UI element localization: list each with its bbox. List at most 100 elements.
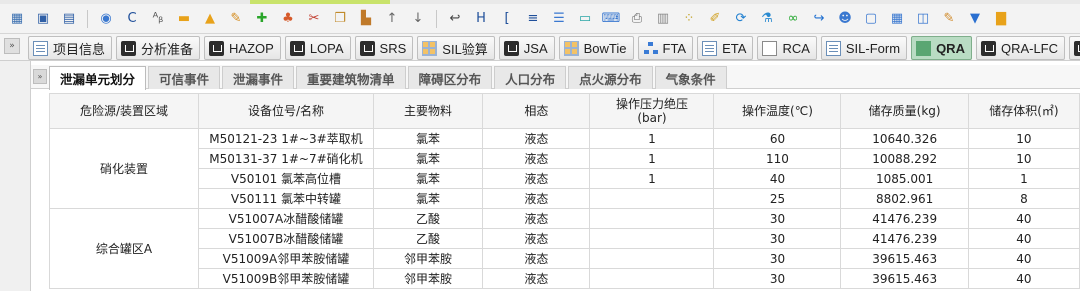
dark-module-icon bbox=[209, 40, 225, 56]
column-header[interactable]: 主要物料 bbox=[372, 93, 484, 129]
sub-tab[interactable]: 可信事件 bbox=[148, 66, 221, 89]
column-header[interactable]: 储存体积(㎡) bbox=[967, 93, 1080, 129]
table-cell: 40 bbox=[967, 228, 1080, 249]
sub-tab[interactable]: 人口分布 bbox=[494, 66, 567, 89]
bars-icon[interactable]: ▇ bbox=[993, 11, 1009, 27]
globe-icon[interactable]: ◉ bbox=[98, 11, 114, 27]
link-icon[interactable]: ∞ bbox=[785, 11, 801, 27]
dark-module-icon bbox=[503, 40, 519, 56]
save-icon[interactable]: ▣ bbox=[35, 11, 51, 27]
module-tab-sil-form[interactable]: SIL-Form bbox=[820, 36, 908, 60]
module-tab-jsa[interactable]: JSA bbox=[498, 36, 555, 60]
paste-icon[interactable]: ▙ bbox=[358, 11, 374, 27]
module-tab-row: » 项目信息 分析准备 HAZOP LOPA SRS SIL验算 JSA BowTie FTA E… bbox=[0, 34, 1080, 61]
column-header[interactable]: 储存质量(kg) bbox=[840, 93, 969, 129]
sub-tab[interactable]: 重要建筑物清单 bbox=[296, 66, 406, 89]
module-tab-label: QRA-LFC bbox=[1000, 40, 1059, 56]
folder-icon[interactable]: ▬ bbox=[176, 11, 192, 27]
module-tab-rca[interactable]: RCA bbox=[757, 36, 817, 60]
module-tab-qra-lfc[interactable]: QRA-LFC bbox=[975, 36, 1066, 60]
flask-icon[interactable]: ⚗ bbox=[759, 11, 775, 27]
module-tab-label: LOPA bbox=[309, 40, 344, 56]
sub-tab[interactable]: 气象条件 bbox=[654, 66, 727, 89]
person-icon[interactable]: ♣ bbox=[280, 11, 296, 27]
collapse-left-button[interactable]: » bbox=[4, 38, 20, 54]
table-row[interactable]: V51009A邻甲苯胺储罐 邻甲苯胺 液态 30 39615.463 40 bbox=[50, 248, 1080, 269]
save-as-icon[interactable]: ▤ bbox=[61, 11, 77, 27]
table-cell: 液态 bbox=[482, 128, 591, 149]
module-tab-lopa[interactable]: LOPA bbox=[284, 36, 351, 60]
edit-icon[interactable]: ✎ bbox=[941, 11, 957, 27]
add-icon[interactable]: ✚ bbox=[254, 11, 270, 27]
module-tab--[interactable]: 分析准备 bbox=[116, 36, 201, 60]
monitor-icon[interactable]: ▭ bbox=[577, 11, 593, 27]
table-header-row: 危险源/装置区域 设备位号/名称 主要物料 相态 操作压力绝压 (bar) 操作温度(℃)… bbox=[48, 93, 1080, 129]
cut-icon[interactable]: ✂ bbox=[306, 11, 322, 27]
table-row[interactable]: V51009B邻甲苯胺储罐 邻甲苯胺 液态 30 39615.463 40 bbox=[50, 268, 1080, 289]
module-tab-sil-[interactable]: SIL验算 bbox=[417, 36, 495, 60]
sub-tab[interactable]: 点火源分布 bbox=[568, 66, 653, 89]
table-cell: V51007B冰醋酸储罐 bbox=[198, 228, 374, 249]
panel-icon[interactable]: ◫ bbox=[915, 11, 931, 27]
table-cell: 10088.292 bbox=[840, 148, 969, 169]
chart-icon[interactable]: ▥ bbox=[655, 11, 671, 27]
dots-icon[interactable]: ⁘ bbox=[681, 11, 697, 27]
table-cell: 液态 bbox=[482, 148, 591, 169]
sub-tab[interactable]: 障碍区分布 bbox=[407, 66, 493, 89]
table-cell: 1 bbox=[589, 148, 715, 169]
module-tab-hazop[interactable]: HAZOP bbox=[204, 36, 281, 60]
table-row[interactable]: 硝化装置 M50121-23 1#~3#萃取机 氯苯 液态 1 60 10640.326 10 bbox=[48, 128, 1080, 209]
table-row[interactable]: 综合罐区A V51007A冰醋酸储罐 乙酸 液态 30 41476.239 40 bbox=[48, 208, 1080, 289]
module-tab--[interactable]: 项目信息 bbox=[28, 36, 113, 60]
user-icon[interactable]: ☻ bbox=[837, 11, 853, 27]
column-header[interactable]: 设备位号/名称 bbox=[198, 93, 374, 129]
rca-module-icon bbox=[762, 40, 778, 56]
table-cell: 1085.001 bbox=[840, 168, 969, 189]
column-header[interactable]: 操作温度(℃) bbox=[713, 93, 842, 129]
arrow-up-icon[interactable]: ↑ bbox=[384, 11, 400, 27]
format-icon[interactable]: [ bbox=[499, 11, 515, 27]
grid-icon[interactable]: ▦ bbox=[9, 11, 25, 27]
module-tab-sil[interactable]: SIL bbox=[1069, 36, 1080, 60]
column-header[interactable]: 危险源/装置区域 bbox=[48, 93, 200, 129]
column-header[interactable]: 操作压力绝压 (bar) bbox=[589, 93, 715, 129]
sub-tab[interactable]: 泄漏事件 bbox=[222, 66, 295, 89]
table-cell: 41476.239 bbox=[840, 208, 969, 229]
module-tab-bowtie[interactable]: BowTie bbox=[558, 36, 634, 60]
module-tab-label: SIL验算 bbox=[442, 41, 488, 57]
table-row[interactable]: V50101 氯苯高位槽 氯苯 液态 1 40 1085.001 1 bbox=[50, 168, 1080, 189]
column-header[interactable]: 相态 bbox=[482, 93, 591, 129]
redo-icon[interactable]: ↪ bbox=[811, 11, 827, 27]
abc-icon[interactable]: ᴬᵦ bbox=[150, 11, 166, 27]
table-icon[interactable]: ▦ bbox=[889, 11, 905, 27]
module-tab-srs[interactable]: SRS bbox=[354, 36, 414, 60]
arrow-down-icon[interactable]: ↓ bbox=[410, 11, 426, 27]
refresh-icon[interactable]: C bbox=[124, 11, 140, 27]
table-row[interactable]: V51007B冰醋酸储罐 乙酸 液态 30 41476.239 40 bbox=[50, 228, 1080, 249]
header-icon[interactable]: H bbox=[473, 11, 489, 27]
window-icon[interactable]: ▢ bbox=[863, 11, 879, 27]
sub-tab[interactable]: 泄漏单元划分 bbox=[49, 66, 147, 90]
table-cell: 41476.239 bbox=[840, 228, 969, 249]
filter-icon[interactable]: ▼ bbox=[967, 11, 983, 27]
list-icon[interactable]: ☰ bbox=[551, 11, 567, 27]
copy-icon[interactable]: ❐ bbox=[332, 11, 348, 27]
table-cell: 液态 bbox=[482, 168, 591, 189]
keyboard-icon[interactable]: ⌨ bbox=[602, 11, 621, 27]
table-row[interactable]: M50131-37 1#~7#硝化机 氯苯 液态 1 110 10088.292 10 bbox=[50, 148, 1080, 169]
lock-icon[interactable]: ▲ bbox=[202, 11, 218, 27]
printer-icon[interactable]: ⎙ bbox=[629, 11, 645, 27]
sub-tabs: 泄漏单元划分 可信事件 泄漏事件 重要建筑物清单 障碍区分布 人口分布 点火源分布 气象条件 bbox=[49, 66, 729, 90]
table-row[interactable]: V50111 氯苯中转罐 氯苯 液态 25 8802.961 8 bbox=[50, 188, 1080, 209]
import-icon[interactable]: ↩ bbox=[447, 11, 463, 27]
module-tab-qra[interactable]: QRA bbox=[911, 36, 972, 60]
collapse-sub-button[interactable]: » bbox=[33, 69, 47, 84]
grid4-module-icon bbox=[563, 40, 579, 56]
module-tab-fta[interactable]: FTA bbox=[637, 36, 694, 60]
table-cell: 1 bbox=[967, 168, 1080, 189]
brush-icon[interactable]: ✐ bbox=[707, 11, 723, 27]
module-tab-eta[interactable]: ETA bbox=[697, 36, 754, 60]
pencil-icon[interactable]: ✎ bbox=[228, 11, 244, 27]
split-icon[interactable]: ≡ bbox=[525, 11, 541, 27]
sync-icon[interactable]: ⟳ bbox=[733, 11, 749, 27]
